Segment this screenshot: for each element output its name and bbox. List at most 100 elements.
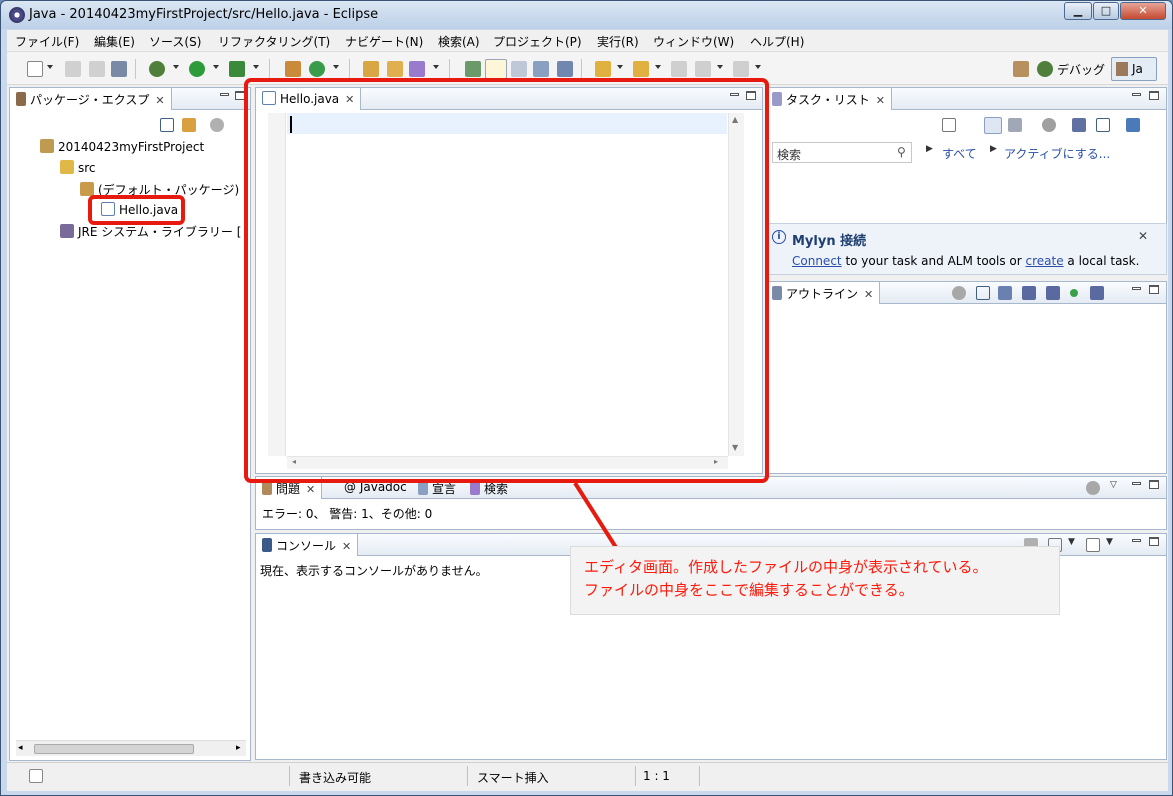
debug-dropdown-icon[interactable]	[173, 65, 179, 69]
next-annotation-dropdown-icon[interactable]	[617, 65, 623, 69]
connect-link[interactable]: Connect	[792, 254, 842, 268]
menu-source[interactable]: ソース(S)	[149, 33, 201, 50]
external-tools-dropdown-icon[interactable]	[253, 65, 259, 69]
sort-icon[interactable]	[998, 286, 1012, 300]
scrollbar-thumb[interactable]	[34, 744, 194, 754]
collapse-all-icon[interactable]	[1096, 118, 1110, 132]
scheduled-icon[interactable]	[1008, 118, 1022, 132]
java-perspective-button[interactable]: Ja	[1111, 57, 1157, 81]
search-tool-icon[interactable]	[409, 61, 425, 77]
chevron-down-icon[interactable]: ▼	[1106, 537, 1113, 547]
collapse-all-icon[interactable]	[160, 118, 174, 132]
next-annotation-icon[interactable]	[595, 61, 611, 77]
menu-help[interactable]: ヘルプ(H)	[750, 33, 804, 50]
minimize-view-icon[interactable]	[1132, 482, 1141, 485]
menu-search[interactable]: 検索(A)	[438, 33, 480, 50]
previous-annotation-dropdown-icon[interactable]	[655, 65, 661, 69]
all-tasks-link[interactable]: すべて	[942, 145, 977, 162]
hide-completed-icon[interactable]	[1072, 118, 1086, 132]
menu-edit[interactable]: 編集(E)	[94, 33, 135, 50]
menu-run[interactable]: 実行(R)	[597, 33, 639, 50]
open-task-icon[interactable]	[387, 61, 403, 77]
tree-project[interactable]: 20140423myFirstProject	[40, 139, 204, 154]
run-dropdown-icon[interactable]	[213, 65, 219, 69]
minimize-view-icon[interactable]	[1132, 93, 1141, 96]
maximize-button[interactable]: □	[1093, 2, 1119, 20]
menu-window[interactable]: ウィンドウ(W)	[653, 33, 734, 50]
debug-perspective-icon[interactable]	[1037, 61, 1053, 77]
chevron-down-icon[interactable]: ▼	[1068, 537, 1075, 547]
close-icon[interactable]: ✕	[306, 483, 315, 496]
new-task-icon[interactable]	[942, 118, 956, 132]
close-icon[interactable]: ✕	[876, 94, 885, 107]
new-class-dropdown-icon[interactable]	[333, 65, 339, 69]
previous-annotation-icon[interactable]	[633, 61, 649, 77]
open-type-icon[interactable]	[363, 61, 379, 77]
hide-local-types-icon[interactable]	[1090, 286, 1104, 300]
activate-task-link[interactable]: アクティブにする...	[1004, 145, 1110, 162]
view-menu-icon[interactable]	[210, 118, 224, 132]
new-java-package-icon[interactable]	[285, 61, 301, 77]
fast-view-icon[interactable]	[29, 769, 43, 783]
menu-navigate[interactable]: ナビゲート(N)	[345, 33, 423, 50]
create-link[interactable]: create	[1026, 254, 1064, 268]
forward-icon[interactable]	[733, 61, 749, 77]
maximize-view-icon[interactable]	[1149, 285, 1159, 294]
hide-non-public-icon[interactable]	[1070, 289, 1078, 297]
minimize-button[interactable]: ▁	[1064, 2, 1092, 20]
open-perspective-icon[interactable]	[1013, 61, 1029, 77]
hide-fields-icon[interactable]	[1022, 286, 1036, 300]
toggle-mark-occurrences-icon[interactable]	[485, 59, 507, 79]
run-icon[interactable]	[189, 61, 205, 77]
last-edit-location-icon[interactable]	[671, 61, 687, 77]
view-menu-icon[interactable]: ▽	[1110, 480, 1117, 490]
tab-task-list[interactable]: タスク・リスト ✕	[766, 88, 892, 110]
search-dropdown-icon[interactable]	[433, 65, 439, 69]
tab-outline[interactable]: アウトライン ✕	[766, 282, 881, 304]
back-icon[interactable]	[695, 61, 711, 77]
close-icon[interactable]: ✕	[342, 540, 351, 553]
maximize-view-icon[interactable]	[1149, 480, 1159, 489]
open-console-icon[interactable]	[1086, 538, 1100, 552]
tree-src-folder[interactable]: src	[60, 160, 96, 175]
menu-file[interactable]: ファイル(F)	[15, 33, 79, 50]
maximize-view-icon[interactable]	[1149, 537, 1159, 546]
external-tools-icon[interactable]	[229, 61, 245, 77]
menu-refactor[interactable]: リファクタリング(T)	[218, 33, 330, 50]
close-icon[interactable]: ✕	[864, 288, 873, 301]
close-icon[interactable]: ✕	[1138, 229, 1148, 243]
show-whitespace-icon[interactable]	[533, 61, 549, 77]
debug-icon[interactable]	[149, 61, 165, 77]
minimize-view-icon[interactable]	[1132, 287, 1141, 290]
save-all-icon[interactable]	[89, 61, 105, 77]
print-icon[interactable]	[111, 61, 127, 77]
new-dropdown-icon[interactable]	[47, 65, 53, 69]
block-selection-icon[interactable]	[511, 61, 527, 77]
collapse-all-icon[interactable]	[976, 286, 990, 300]
menu-project[interactable]: プロジェクト(P)	[493, 33, 582, 50]
link-with-editor-icon[interactable]	[182, 118, 196, 132]
title-bar[interactable]: Java - 20140423myFirstProject/src/Hello.…	[1, 1, 1172, 29]
synchronize-icon[interactable]	[1126, 118, 1140, 132]
new-icon[interactable]	[27, 61, 43, 77]
categorized-icon[interactable]	[984, 117, 1002, 134]
task-search-input[interactable]: 検索 ⚲	[772, 142, 912, 163]
debug-perspective-button[interactable]: デバッグ	[1057, 61, 1105, 78]
save-icon[interactable]	[65, 61, 81, 77]
horizontal-scrollbar[interactable]: ◂ ▸	[16, 740, 246, 756]
toggle-markers-icon[interactable]	[465, 61, 481, 77]
forward-dropdown-icon[interactable]	[755, 65, 761, 69]
tab-console[interactable]: コンソール ✕	[256, 534, 359, 556]
back-dropdown-icon[interactable]	[717, 65, 723, 69]
scroll-right-icon[interactable]: ▸	[236, 743, 241, 753]
close-window-button[interactable]: ✕	[1120, 2, 1166, 20]
minimize-view-icon[interactable]	[220, 93, 229, 96]
close-icon[interactable]: ✕	[155, 94, 164, 107]
show-paragraph-icon[interactable]	[557, 61, 573, 77]
focus-icon[interactable]	[1042, 118, 1056, 132]
tree-jre-library[interactable]: JRE システム・ライブラリー [	[60, 223, 241, 240]
maximize-view-icon[interactable]	[1149, 91, 1159, 100]
scroll-left-icon[interactable]: ◂	[18, 743, 23, 753]
focus-icon[interactable]	[1086, 481, 1100, 495]
minimize-view-icon[interactable]	[1132, 539, 1141, 542]
